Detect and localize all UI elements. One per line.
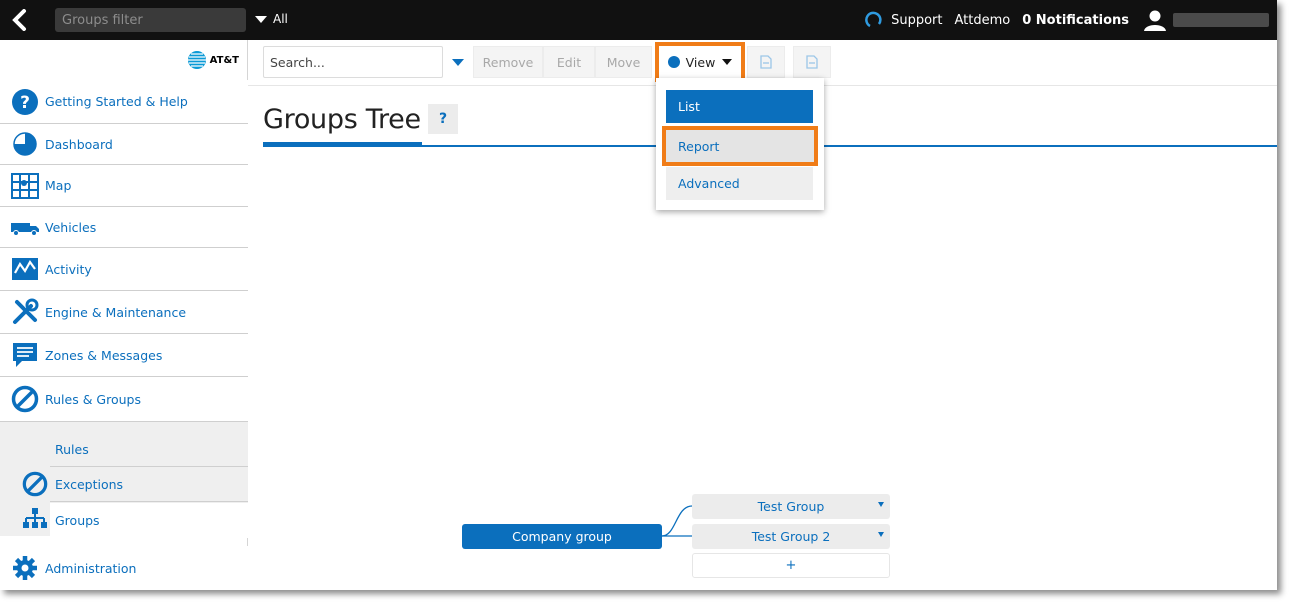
app-window: All Support Attdemo 0 Notifications AT&T bbox=[0, 0, 1277, 590]
scope-dropdown[interactable]: All bbox=[255, 12, 288, 26]
nav-label: Getting Started & Help bbox=[45, 94, 188, 109]
tree-node-child[interactable]: Test Group 2 bbox=[692, 524, 890, 549]
tree-node-label: Test Group bbox=[757, 499, 825, 514]
edit-button[interactable]: Edit bbox=[543, 46, 595, 78]
subnav-exceptions[interactable]: Exceptions bbox=[50, 467, 248, 502]
groups-filter-input[interactable] bbox=[55, 8, 246, 32]
sidebar: AT&T ? Getting Started & Help Dashboard … bbox=[0, 40, 248, 590]
view-option-report[interactable]: Report bbox=[662, 126, 818, 166]
account-name[interactable]: Attdemo bbox=[955, 13, 1011, 28]
top-bar: All Support Attdemo 0 Notifications bbox=[0, 0, 1277, 40]
view-label: View bbox=[685, 54, 716, 70]
subnav-rules[interactable]: Rules bbox=[50, 432, 248, 467]
nav-zones-messages[interactable]: Zones & Messages bbox=[0, 334, 248, 377]
prohibited-icon bbox=[10, 384, 40, 414]
view-option-advanced[interactable]: Advanced bbox=[666, 167, 813, 200]
add-group-button[interactable]: + bbox=[692, 553, 890, 578]
message-icon bbox=[10, 340, 40, 370]
nav-label: Administration bbox=[45, 560, 137, 576]
nav-label: Rules & Groups bbox=[45, 391, 141, 407]
remove-button[interactable]: Remove bbox=[473, 46, 543, 78]
remove-label: Remove bbox=[482, 54, 534, 70]
nav-label: Vehicles bbox=[45, 219, 97, 235]
subnav-label: Exceptions bbox=[55, 476, 124, 492]
rules-groups-submenu: Rules Exceptions Groups bbox=[0, 422, 248, 538]
main-content: Remove Edit Move View Groups Tree ? bbox=[248, 40, 1277, 590]
caret-down-icon bbox=[255, 15, 267, 23]
pie-chart-icon bbox=[10, 129, 40, 159]
nav-vehicles[interactable]: Vehicles bbox=[0, 207, 248, 248]
export-pdf-button[interactable] bbox=[793, 46, 831, 78]
notifications-link[interactable]: 0 Notifications bbox=[1022, 13, 1129, 28]
nav-label: Activity bbox=[45, 261, 92, 277]
subnav-groups[interactable]: Groups bbox=[50, 503, 248, 538]
support-link[interactable]: Support bbox=[865, 10, 943, 30]
nav-administration[interactable]: Administration bbox=[0, 546, 248, 590]
back-button[interactable] bbox=[0, 0, 40, 40]
nav-label: Engine & Maintenance bbox=[45, 304, 187, 320]
truck-icon bbox=[10, 212, 40, 242]
support-icon bbox=[865, 11, 882, 28]
search-input[interactable] bbox=[263, 46, 443, 78]
tools-icon bbox=[10, 297, 40, 327]
brand-name: AT&T bbox=[209, 54, 239, 66]
nav-label: Zones & Messages bbox=[45, 347, 163, 363]
chevron-left-icon bbox=[12, 9, 26, 31]
user-icon bbox=[1144, 10, 1166, 31]
nav-rules-groups[interactable]: Rules & Groups bbox=[0, 377, 248, 422]
support-label: Support bbox=[891, 12, 943, 28]
gear-icon bbox=[10, 553, 40, 583]
nav-activity[interactable]: Activity bbox=[0, 248, 248, 291]
help-button[interactable]: ? bbox=[428, 104, 458, 134]
svg-text:?: ? bbox=[20, 93, 30, 113]
edit-label: Edit bbox=[556, 54, 582, 70]
view-dropdown-menu: List Report Advanced bbox=[656, 78, 824, 210]
nav-getting-started[interactable]: ? Getting Started & Help bbox=[0, 80, 248, 124]
export-excel-button[interactable] bbox=[747, 46, 785, 78]
org-chart-icon bbox=[20, 504, 50, 534]
move-label: Move bbox=[606, 54, 641, 70]
caret-down-icon[interactable] bbox=[878, 502, 884, 507]
nav-label: Map bbox=[45, 178, 72, 193]
title-underline bbox=[263, 142, 422, 146]
view-option-list[interactable]: List bbox=[666, 90, 813, 123]
subnav-label: Groups bbox=[55, 513, 100, 528]
move-button[interactable]: Move bbox=[595, 46, 652, 78]
caret-down-icon bbox=[722, 59, 733, 65]
caret-down-icon[interactable] bbox=[878, 532, 884, 537]
nav-engine-maintenance[interactable]: Engine & Maintenance bbox=[0, 291, 248, 334]
user-email-redacted bbox=[1173, 13, 1269, 27]
document-icon bbox=[806, 55, 818, 69]
tree-connectors bbox=[662, 505, 693, 537]
map-icon bbox=[10, 171, 40, 201]
scope-label: All bbox=[273, 12, 288, 26]
nav-map[interactable]: Map bbox=[0, 165, 248, 207]
tree-node-child[interactable]: Test Group bbox=[692, 494, 890, 519]
tree-node-label: Test Group 2 bbox=[751, 529, 831, 544]
user-menu[interactable] bbox=[1143, 9, 1269, 31]
search-options-caret-icon[interactable] bbox=[452, 59, 464, 66]
top-right-menu: Support Attdemo 0 Notifications bbox=[865, 0, 1277, 40]
document-icon bbox=[760, 55, 772, 69]
page-title: Groups Tree bbox=[263, 104, 421, 135]
subnav-label: Rules bbox=[55, 441, 89, 457]
view-button[interactable]: View bbox=[655, 42, 745, 82]
tree-node-root[interactable]: Company group bbox=[462, 524, 662, 549]
nav-label: Dashboard bbox=[45, 136, 113, 152]
nav-dashboard[interactable]: Dashboard bbox=[0, 124, 248, 165]
pie-chart-icon bbox=[667, 56, 680, 68]
help-circle-icon: ? bbox=[10, 87, 40, 117]
activity-icon bbox=[10, 254, 40, 284]
prohibited-icon bbox=[20, 469, 50, 499]
att-globe-icon bbox=[187, 51, 206, 69]
brand-logo: AT&T bbox=[0, 40, 247, 80]
